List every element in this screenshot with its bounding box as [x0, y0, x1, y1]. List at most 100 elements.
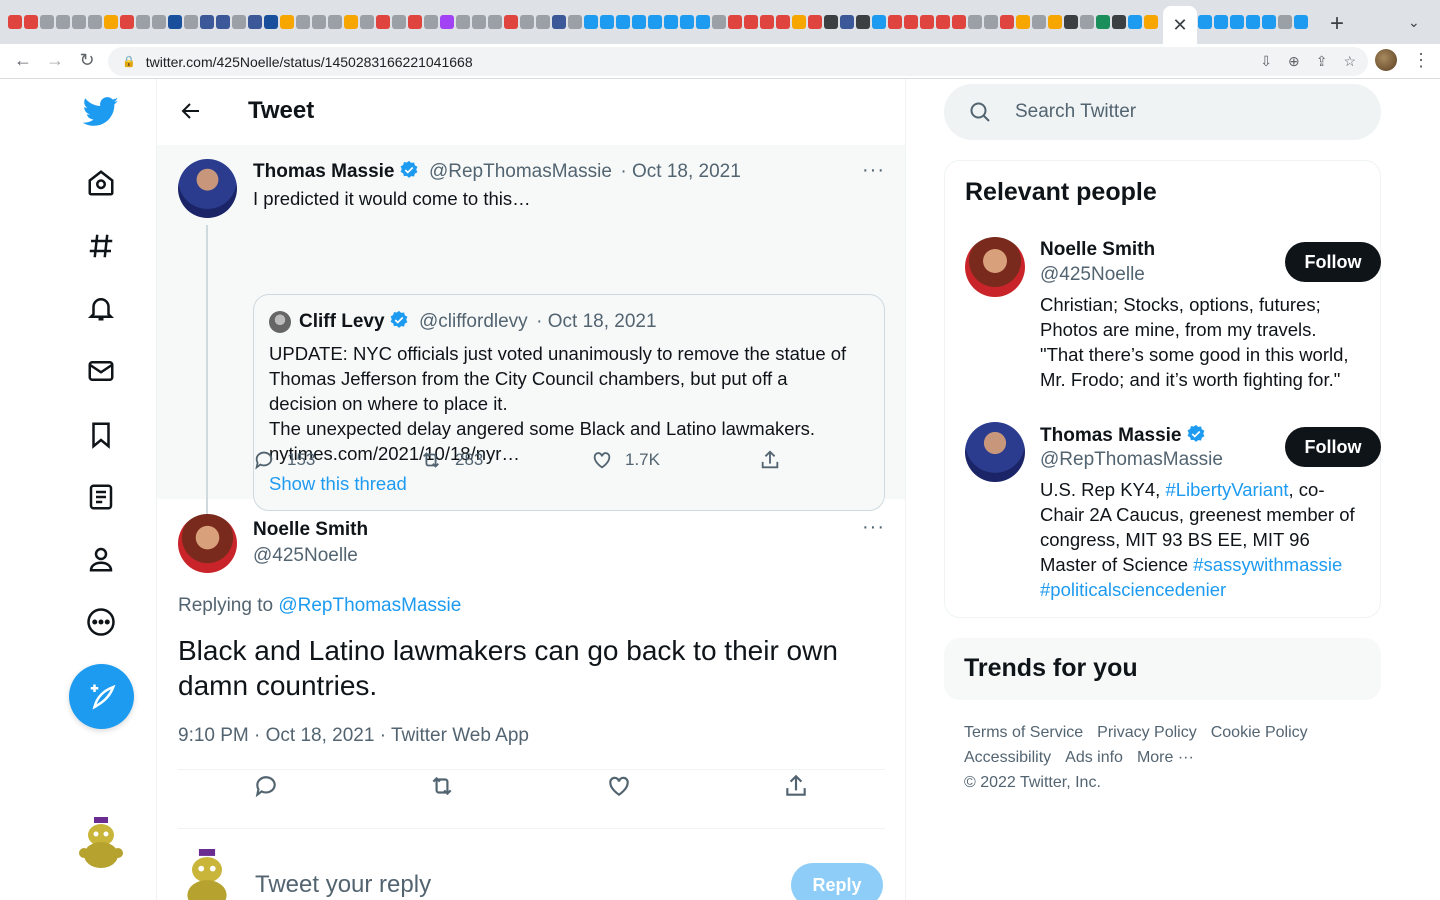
- tweet-text-line: Black and Latino lawmakers can go back t…: [178, 635, 838, 666]
- person-avatar[interactable]: [965, 422, 1025, 482]
- bio-line: "That there’s some good in this world,: [1040, 344, 1349, 365]
- person-avatar[interactable]: [965, 237, 1025, 297]
- quoted-author-avatar: [269, 311, 291, 333]
- like-action[interactable]: 1.7K: [591, 449, 660, 471]
- install-app-icon[interactable]: ⇩: [1260, 53, 1272, 70]
- profile-avatar[interactable]: [1375, 49, 1397, 71]
- replying-label: Replying to: [178, 595, 274, 616]
- browser-menu-icon[interactable]: ⋮: [1412, 50, 1430, 71]
- follow-button[interactable]: Follow: [1285, 242, 1381, 282]
- footer-links: Terms of Service Privacy Policy Cookie Pol…: [964, 720, 1364, 795]
- tweet-text: Black and Latino lawmakers can go back t…: [178, 633, 878, 703]
- replying-handle-link[interactable]: @RepThomasMassie: [278, 595, 461, 616]
- notifications-bell-icon[interactable]: [76, 283, 126, 333]
- reply-action[interactable]: 153: [253, 449, 315, 471]
- hashtag-link[interactable]: #politicalsciencedenier: [1040, 577, 1365, 602]
- reply-button[interactable]: [253, 773, 279, 804]
- tab-favicons[interactable]: [0, 0, 1160, 44]
- back-arrow-icon[interactable]: [179, 99, 203, 123]
- copyright: © 2022 Twitter, Inc.: [964, 774, 1101, 791]
- quoted-author-name: Cliff Levy: [299, 311, 385, 332]
- quoted-text-line: decision on where to place it.: [269, 393, 508, 414]
- person-item[interactable]: Noelle Smith @425Noelle Follow Christian…: [965, 237, 1381, 397]
- bio-line: Chair 2A Caucus, greenest member of: [1040, 504, 1355, 525]
- share-icon[interactable]: ⇪: [1316, 53, 1328, 70]
- author-avatar[interactable]: [178, 514, 237, 573]
- profile-person-icon[interactable]: [76, 534, 126, 584]
- bio-line: Christian; Stocks, options, futures;: [1040, 294, 1321, 315]
- url-field[interactable]: 🔒 twitter.com/425Noelle/status/145028316…: [108, 47, 1368, 76]
- lock-icon: 🔒: [122, 56, 136, 68]
- person-bio: U.S. Rep KY4, #LibertyVariant, co- Chair…: [1040, 477, 1365, 602]
- hashtag-link[interactable]: #LibertyVariant: [1165, 479, 1288, 500]
- trends-card: Trends for you: [944, 638, 1381, 700]
- lists-icon[interactable]: [76, 472, 126, 522]
- ads-info-link[interactable]: Ads info: [1065, 749, 1123, 766]
- person-name[interactable]: Thomas Massie: [1040, 425, 1182, 446]
- reply-input[interactable]: Tweet your reply: [255, 871, 431, 899]
- person-handle[interactable]: @RepThomasMassie: [1040, 449, 1223, 471]
- twitter-logo-icon[interactable]: [76, 87, 126, 137]
- quoted-tweet-text: UPDATE: NYC officials just voted unanimo…: [269, 341, 869, 496]
- person-item[interactable]: Thomas Massie @RepThomasMassie Follow U.…: [965, 422, 1381, 602]
- quoted-author-handle: @cliffordlevy: [418, 311, 528, 332]
- tab-search-chevron-icon[interactable]: ⌄: [1408, 14, 1420, 31]
- parent-tweet[interactable]: Thomas Massie @RepThomasMassie · Oct 18,…: [157, 145, 905, 515]
- tweet-date[interactable]: · Oct 18, 2021: [620, 161, 740, 182]
- hashtag-link[interactable]: #sassywithmassie: [1193, 554, 1342, 575]
- search-input[interactable]: Search Twitter: [944, 84, 1381, 140]
- forward-nav-icon[interactable]: →: [40, 50, 70, 71]
- author-name[interactable]: Noelle Smith: [253, 519, 368, 541]
- tweet-meta[interactable]: 9:10 PM · Oct 18, 2021 · Twitter Web App: [178, 725, 529, 747]
- compose-tweet-button[interactable]: [69, 664, 134, 729]
- author-avatar[interactable]: [178, 159, 237, 218]
- accessibility-link[interactable]: Accessibility: [964, 749, 1051, 766]
- page-title: Tweet: [248, 97, 315, 124]
- quoted-tweet[interactable]: Cliff Levy @cliffordlevy · Oct 18, 2021 …: [253, 294, 885, 511]
- cookie-link[interactable]: Cookie Policy: [1211, 724, 1308, 741]
- more-options-icon[interactable]: ···: [862, 516, 885, 539]
- show-thread-link[interactable]: Show this thread: [269, 471, 869, 496]
- more-circle-icon[interactable]: [76, 597, 126, 647]
- author-handle[interactable]: @425Noelle: [253, 545, 358, 567]
- tweet-text-line: damn countries.: [178, 670, 378, 701]
- person-handle[interactable]: @425Noelle: [1040, 264, 1145, 286]
- active-tab-close-button[interactable]: ✕: [1163, 6, 1197, 44]
- new-tab-icon[interactable]: +: [1330, 10, 1344, 38]
- account-avatar[interactable]: [78, 817, 124, 869]
- author-name[interactable]: Thomas Massie: [253, 161, 395, 182]
- share-button[interactable]: [783, 773, 809, 804]
- more-options-icon[interactable]: ···: [862, 159, 885, 182]
- quoted-tweet-header: Cliff Levy @cliffordlevy · Oct 18, 2021: [299, 310, 657, 333]
- share-action[interactable]: [759, 449, 781, 471]
- retweet-button[interactable]: [428, 773, 456, 804]
- reply-button[interactable]: Reply: [791, 863, 883, 900]
- bookmark-star-icon[interactable]: ☆: [1343, 53, 1356, 70]
- person-bio: Christian; Stocks, options, futures; Pho…: [1040, 292, 1365, 392]
- bookmarks-icon[interactable]: [76, 410, 126, 460]
- left-nav: [0, 79, 157, 900]
- trends-title: Trends for you: [964, 654, 1138, 682]
- zoom-icon[interactable]: ⊕: [1288, 53, 1300, 70]
- back-nav-icon[interactable]: ←: [8, 50, 38, 71]
- privacy-link[interactable]: Privacy Policy: [1097, 724, 1197, 741]
- terms-link[interactable]: Terms of Service: [964, 724, 1083, 741]
- bio-line: Photos are mine, from my travels.: [1040, 319, 1317, 340]
- home-icon[interactable]: [76, 158, 126, 208]
- author-handle[interactable]: @RepThomasMassie: [429, 161, 612, 182]
- retweet-action[interactable]: 283: [419, 449, 483, 471]
- explore-hashtag-icon[interactable]: [76, 221, 126, 271]
- share-icon: [786, 774, 806, 796]
- like-button[interactable]: [606, 773, 632, 804]
- more-link[interactable]: More ···: [1137, 749, 1194, 766]
- thread-connector-line: [206, 225, 208, 515]
- person-name[interactable]: Noelle Smith: [1040, 239, 1155, 261]
- reload-icon[interactable]: ↻: [72, 50, 102, 71]
- follow-button[interactable]: Follow: [1285, 427, 1381, 467]
- messages-envelope-icon[interactable]: [76, 346, 126, 396]
- heart-icon: [593, 452, 611, 469]
- tweet-text: I predicted it would come to this…: [253, 188, 531, 209]
- retweet-icon: [432, 776, 452, 795]
- bio-line: congress, MIT 93 BS EE, MIT 96: [1040, 529, 1310, 550]
- tab-favicons-right[interactable]: [1198, 0, 1318, 44]
